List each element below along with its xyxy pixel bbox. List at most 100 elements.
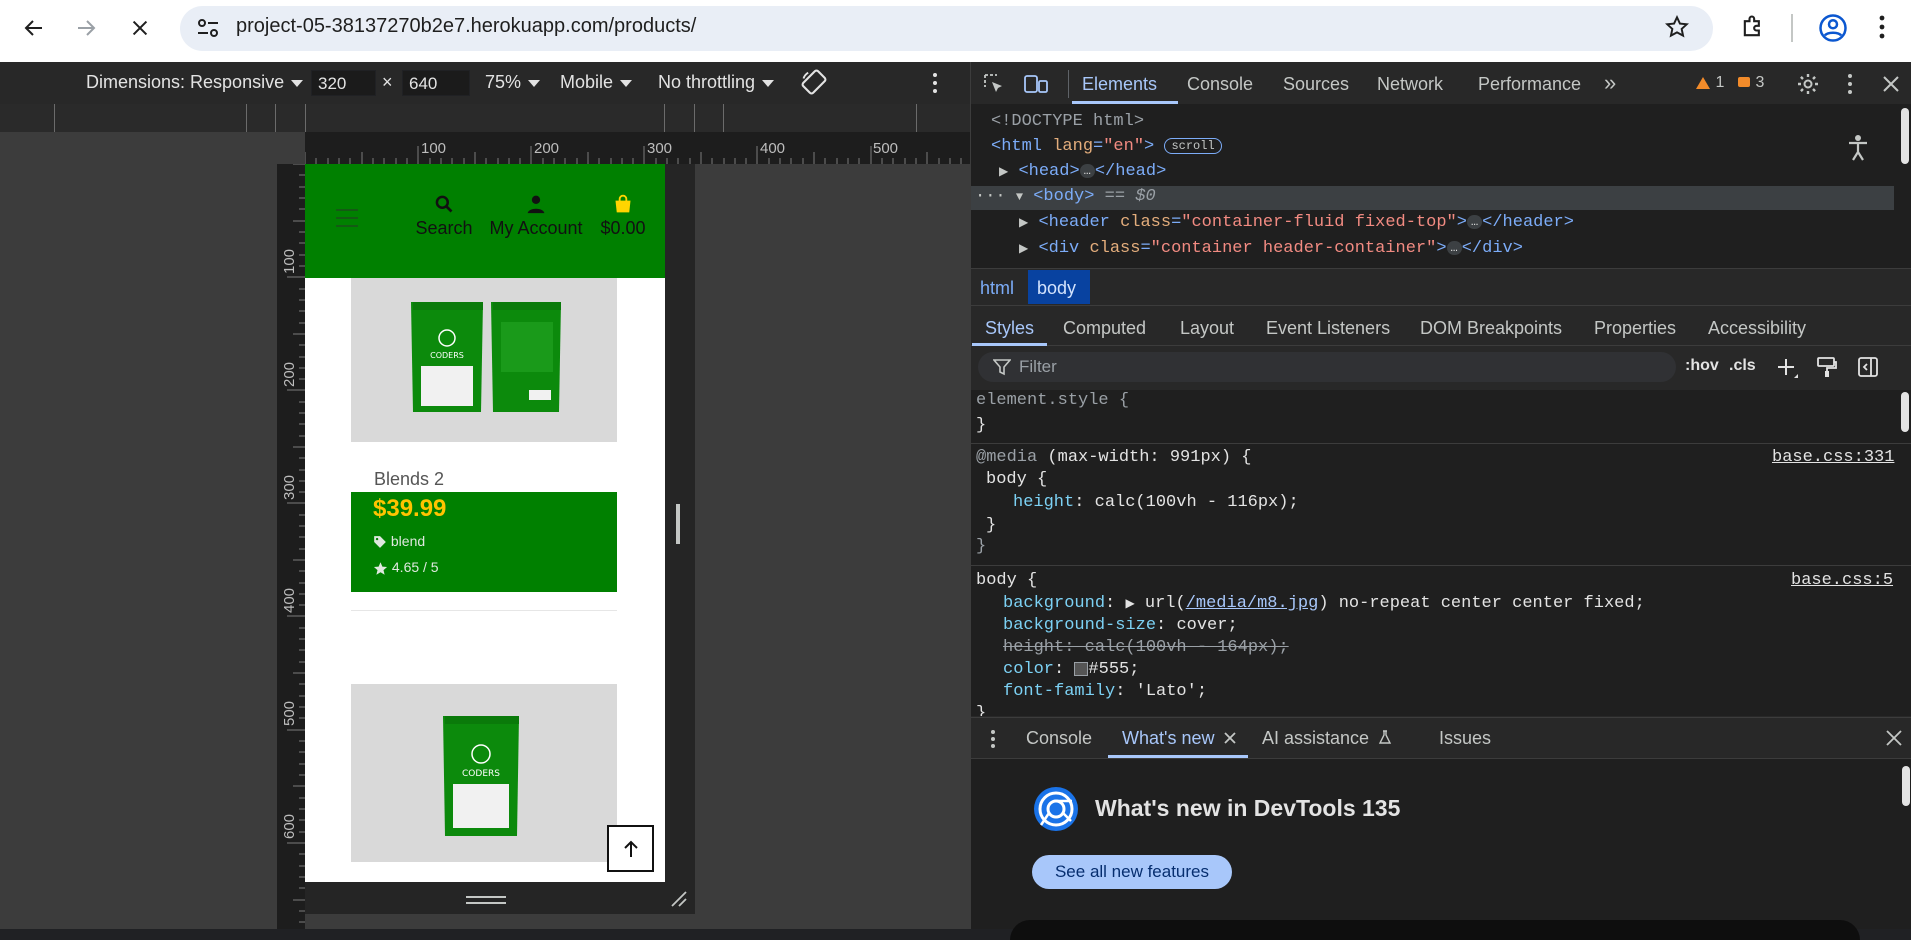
height-input[interactable]: 640 xyxy=(402,70,470,96)
tab-performance[interactable]: Performance xyxy=(1478,74,1581,95)
tab-network[interactable]: Network xyxy=(1377,74,1443,95)
hov-toggle[interactable]: :hov xyxy=(1685,357,1719,375)
element-style-selector[interactable]: element.style { xyxy=(976,391,1129,410)
breadcrumb-body[interactable]: body xyxy=(1037,278,1076,299)
media-query-segment[interactable] xyxy=(664,104,665,132)
dimensions-dropdown[interactable]: Dimensions: Responsive xyxy=(86,72,304,93)
tab-console[interactable]: Console xyxy=(1187,74,1253,95)
extensions-icon[interactable] xyxy=(1739,13,1767,41)
scrollbar-thumb[interactable] xyxy=(1901,108,1909,164)
device-type-dropdown[interactable]: Mobile xyxy=(560,72,633,93)
stop-loading-button[interactable] xyxy=(120,8,160,48)
tab-styles[interactable]: Styles xyxy=(985,318,1034,339)
tab-elements[interactable]: Elements xyxy=(1082,74,1157,95)
new-style-rule-icon[interactable] xyxy=(1776,356,1800,380)
source-link[interactable]: base.css:331 xyxy=(1772,448,1894,467)
see-all-features-button[interactable]: See all new features xyxy=(1032,855,1232,889)
resize-handle-right[interactable] xyxy=(676,504,680,544)
style-declaration[interactable]: color: #555; xyxy=(1003,660,1139,679)
doctype-node[interactable]: <!DOCTYPE html> xyxy=(991,112,1144,131)
media-query-segment[interactable] xyxy=(275,104,276,132)
nav-search[interactable]: Search xyxy=(409,194,479,239)
media-query-segment[interactable] xyxy=(305,104,306,132)
tab-event-listeners[interactable]: Event Listeners xyxy=(1266,318,1390,339)
styles-filter-input[interactable] xyxy=(978,352,1676,382)
warnings-indicator[interactable]: 1 xyxy=(1695,74,1724,92)
html-node[interactable]: <html lang="en"> scroll xyxy=(991,137,1222,156)
style-declaration[interactable]: background: ▶ url(/media/m8.jpg) no-repe… xyxy=(1003,594,1645,613)
back-button[interactable] xyxy=(14,8,54,48)
more-tabs-button[interactable]: » xyxy=(1604,70,1616,96)
header-node[interactable]: ▶ <header class="container-fluid fixed-t… xyxy=(1019,213,1574,232)
forward-button[interactable] xyxy=(66,8,106,48)
inspect-element-icon[interactable] xyxy=(982,72,1006,96)
nav-cart[interactable]: $0.00 xyxy=(595,194,651,239)
collapsed-content-button[interactable]: … xyxy=(1079,163,1095,178)
tab-accessibility[interactable]: Accessibility xyxy=(1708,318,1806,339)
tab-sources[interactable]: Sources xyxy=(1283,74,1349,95)
scrollbar-thumb[interactable] xyxy=(1902,766,1910,806)
source-link[interactable]: base.css:5 xyxy=(1791,571,1893,590)
color-swatch[interactable] xyxy=(1074,661,1089,676)
devtools-menu-icon[interactable] xyxy=(1847,73,1853,95)
media-query-segment[interactable] xyxy=(694,104,695,132)
product-category[interactable]: blend xyxy=(373,533,425,549)
media-query-segment[interactable] xyxy=(54,104,55,132)
collapsed-content-button[interactable]: … xyxy=(1446,240,1462,255)
product-image[interactable]: CODERS xyxy=(351,684,617,862)
div-node[interactable]: ▶ <div class="container header-container… xyxy=(1019,239,1523,258)
url-text[interactable]: project-05-38137270b2e7.herokuapp.com/pr… xyxy=(236,15,696,38)
accessibility-icon[interactable] xyxy=(1846,134,1870,162)
settings-gear-icon[interactable] xyxy=(1796,72,1820,96)
throttling-dropdown[interactable]: No throttling xyxy=(658,72,775,93)
paint-brush-icon[interactable] xyxy=(1816,356,1838,378)
tab-layout[interactable]: Layout xyxy=(1180,318,1234,339)
scroll-to-top-button[interactable] xyxy=(607,825,654,872)
close-drawer-icon[interactable] xyxy=(1886,730,1902,746)
rotate-icon[interactable] xyxy=(800,68,828,96)
expand-arrow-icon[interactable]: ▶ xyxy=(1125,597,1134,611)
bookmark-star-icon[interactable] xyxy=(1664,14,1690,40)
collapsed-content-button[interactable]: … xyxy=(1466,214,1483,229)
media-query-segment[interactable] xyxy=(916,104,917,132)
tab-properties[interactable]: Properties xyxy=(1594,318,1676,339)
expand-arrow-icon[interactable]: ▶ xyxy=(999,165,1008,179)
style-declaration[interactable]: font-family: 'Lato'; xyxy=(1003,682,1207,701)
body-node[interactable]: ··· ▼ <body> == $0 xyxy=(975,187,1156,206)
cls-toggle[interactable]: .cls xyxy=(1729,357,1756,375)
toggle-sidebar-icon[interactable] xyxy=(1857,356,1879,378)
overridden-declaration[interactable]: height: calc(100vh - 164px); xyxy=(1003,638,1289,657)
device-toolbar-toggle-icon[interactable] xyxy=(1023,72,1049,96)
zoom-dropdown[interactable]: 75% xyxy=(485,72,541,93)
style-declaration[interactable]: background-size: cover; xyxy=(1003,616,1238,635)
body-selector[interactable]: body { xyxy=(986,470,1047,489)
profile-avatar-icon[interactable] xyxy=(1818,13,1848,43)
node-actions-icon[interactable]: ··· xyxy=(975,187,1006,206)
tab-computed[interactable]: Computed xyxy=(1063,318,1146,339)
browser-menu-icon[interactable] xyxy=(1878,14,1886,40)
media-query-bar[interactable] xyxy=(0,104,970,132)
media-query-segment[interactable] xyxy=(723,104,724,132)
breadcrumb-html[interactable]: html xyxy=(980,278,1014,299)
body-selector[interactable]: body { xyxy=(976,571,1037,590)
background-url-link[interactable]: /media/m8.jpg xyxy=(1186,594,1319,613)
tab-dom-breakpoints[interactable]: DOM Breakpoints xyxy=(1420,318,1562,339)
device-toolbar-more-icon[interactable] xyxy=(932,72,938,94)
product-image[interactable]: CODERS xyxy=(351,278,617,442)
hamburger-menu-icon[interactable] xyxy=(335,208,359,228)
resize-corner-icon[interactable] xyxy=(670,890,688,908)
drawer-tab-console[interactable]: Console xyxy=(1026,728,1092,749)
drawer-tab-ai-assistance[interactable]: AI assistance xyxy=(1262,728,1392,749)
resize-handle-bottom[interactable] xyxy=(466,896,506,904)
head-node[interactable]: ▶ <head>… </head> xyxy=(999,162,1166,181)
width-input[interactable]: 320 xyxy=(311,70,376,96)
site-info-icon[interactable] xyxy=(196,17,220,39)
expand-arrow-icon[interactable]: ▶ xyxy=(1019,242,1028,256)
media-rule[interactable]: @media (max-width: 991px) { xyxy=(976,448,1251,467)
drawer-menu-icon[interactable] xyxy=(990,729,996,749)
scrollbar-thumb[interactable] xyxy=(1901,392,1909,432)
drawer-tab-issues[interactable]: Issues xyxy=(1439,728,1491,749)
product-title[interactable]: Blends 2 xyxy=(374,469,444,490)
nav-my-account[interactable]: My Account xyxy=(481,194,591,239)
scroll-badge[interactable]: scroll xyxy=(1164,137,1222,154)
